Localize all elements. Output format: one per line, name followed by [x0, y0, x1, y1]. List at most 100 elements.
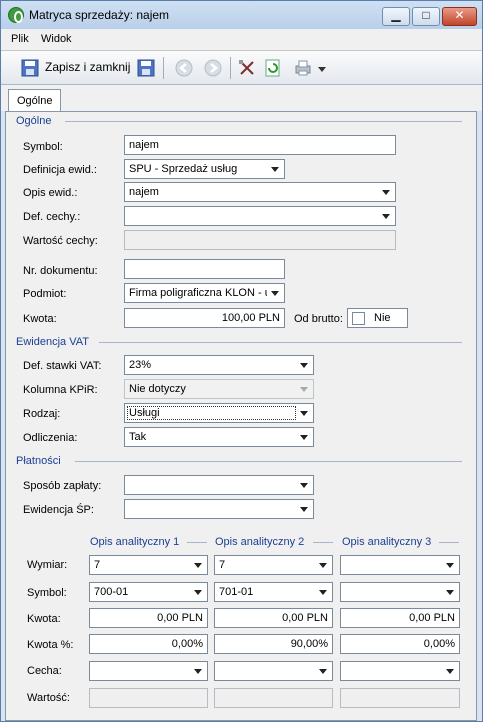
- chevron-down-icon: [296, 381, 312, 397]
- kwota-proc-1-input[interactable]: 0,00%: [89, 634, 208, 654]
- menu-plik[interactable]: Plik: [11, 33, 29, 45]
- definicja-value: SPU - Sprzedaż usług: [129, 163, 238, 175]
- kwota-2-input[interactable]: 0,00 PLN: [214, 608, 333, 628]
- chevron-down-icon[interactable]: [315, 663, 331, 679]
- toolbar: Zapisz i zamknij: [1, 51, 482, 85]
- chevron-down-icon[interactable]: [296, 429, 312, 445]
- rodzaj-label: Rodzaj:: [23, 408, 61, 420]
- section-ogolne-title: Ogólne: [16, 115, 52, 127]
- cechy-label: Def. cechy.:: [23, 211, 81, 223]
- cecha-3-dropdown[interactable]: [340, 661, 460, 681]
- opis-analityczny-1-header: Opis analityczny 1: [90, 536, 180, 548]
- kwota-label: Kwota:: [23, 313, 57, 325]
- maximize-button[interactable]: □: [412, 7, 440, 26]
- close-button[interactable]: ✕: [442, 7, 477, 26]
- symbol-3-dropdown[interactable]: [340, 582, 460, 602]
- cecha-label: Cecha:: [27, 665, 62, 677]
- wymiar-1-dropdown[interactable]: 7: [89, 555, 208, 575]
- chevron-down-icon[interactable]: [267, 161, 283, 177]
- save-close-label: Zapisz i zamknij: [45, 60, 131, 74]
- opis-dropdown[interactable]: najem: [124, 182, 396, 202]
- opis-value: najem: [129, 186, 159, 198]
- opis-analityczny-2-header: Opis analityczny 2: [215, 536, 305, 548]
- kwota-opis-label: Kwota:: [27, 613, 61, 625]
- opis-label: Opis ewid.:: [23, 187, 78, 199]
- chevron-down-icon[interactable]: [318, 67, 326, 72]
- section-divider: [99, 342, 462, 343]
- cecha-2-dropdown[interactable]: [214, 661, 333, 681]
- minimize-button[interactable]: ▁: [382, 7, 410, 26]
- save-icon[interactable]: [137, 59, 155, 77]
- section-divider: [439, 542, 459, 543]
- window-title: Matryca sprzedaży: najem: [29, 8, 170, 22]
- print-icon[interactable]: [294, 59, 312, 77]
- toolbar-separator: [163, 57, 164, 79]
- kwota-proc-2-input[interactable]: 90,00%: [214, 634, 333, 654]
- chevron-down-icon[interactable]: [315, 584, 331, 600]
- sposob-dropdown[interactable]: [124, 475, 314, 495]
- chevron-down-icon[interactable]: [378, 208, 394, 224]
- chevron-down-icon[interactable]: [267, 285, 283, 301]
- main-window: Matryca sprzedaży: najem ▁ □ ✕ Plik Wido…: [0, 0, 483, 722]
- wartosc-3-input: [340, 688, 460, 708]
- ewidencja-sp-label: Ewidencja ŚP:: [23, 504, 94, 516]
- section-platnosci-title: Płatności: [16, 455, 61, 467]
- section-divider: [187, 542, 207, 543]
- symbol-2-dropdown[interactable]: 701-01: [214, 582, 333, 602]
- chevron-down-icon[interactable]: [190, 663, 206, 679]
- definicja-dropdown[interactable]: SPU - Sprzedaż usług: [124, 159, 285, 179]
- chevron-down-icon[interactable]: [296, 501, 312, 517]
- wymiar-1-value: 7: [94, 559, 101, 571]
- cechy-dropdown[interactable]: [124, 206, 396, 226]
- symbol-1-dropdown[interactable]: 700-01: [89, 582, 208, 602]
- tab-ogolne[interactable]: Ogólne: [8, 89, 61, 112]
- podmiot-dropdown[interactable]: Firma poligraficzna KLON - us: [124, 283, 285, 303]
- chevron-down-icon[interactable]: [442, 557, 458, 573]
- symbol-2-value: 701-01: [219, 586, 254, 598]
- stawka-dropdown[interactable]: 23%: [124, 355, 314, 375]
- chevron-down-icon[interactable]: [378, 184, 394, 200]
- chevron-down-icon[interactable]: [315, 557, 331, 573]
- chevron-down-icon[interactable]: [296, 405, 312, 421]
- chevron-down-icon[interactable]: [190, 584, 206, 600]
- tools-icon[interactable]: [238, 59, 256, 77]
- definicja-label: Definicja ewid.:: [23, 164, 97, 176]
- save-icon: [21, 59, 39, 77]
- chevron-down-icon[interactable]: [442, 663, 458, 679]
- nr-dokumentu-input[interactable]: [124, 259, 285, 279]
- section-divider: [75, 461, 462, 462]
- title-bar: Matryca sprzedaży: najem ▁ □ ✕: [1, 1, 482, 29]
- menu-widok[interactable]: Widok: [41, 33, 72, 45]
- kwota-proc-3-input[interactable]: 0,00%: [340, 634, 460, 654]
- ewidencja-sp-dropdown[interactable]: [124, 499, 314, 519]
- kwota-3-input[interactable]: 0,00 PLN: [340, 608, 460, 628]
- stawka-label: Def. stawki VAT:: [23, 360, 102, 372]
- sposob-label: Sposób zapłaty:: [23, 480, 102, 492]
- wartosc-2-input: [214, 688, 333, 708]
- od-brutto-toggle[interactable]: Nie: [347, 308, 408, 328]
- symbol-input[interactable]: najem: [124, 135, 396, 155]
- rodzaj-dropdown[interactable]: Usługi: [124, 403, 314, 423]
- wartosc-1-input: [89, 688, 208, 708]
- chevron-down-icon[interactable]: [296, 477, 312, 493]
- forward-icon[interactable]: [204, 59, 222, 77]
- cecha-1-dropdown[interactable]: [89, 661, 208, 681]
- wartosc-cechy-label: Wartość cechy:: [23, 235, 98, 247]
- chevron-down-icon[interactable]: [296, 357, 312, 373]
- focus-indicator: [127, 406, 296, 420]
- menu-bar: Plik Widok: [1, 29, 482, 51]
- chevron-down-icon[interactable]: [442, 584, 458, 600]
- odliczenia-dropdown[interactable]: Tak: [124, 427, 314, 447]
- wymiar-3-dropdown[interactable]: [340, 555, 460, 575]
- symbol-label: Symbol:: [23, 141, 63, 153]
- kwota-1-input[interactable]: 0,00 PLN: [89, 608, 208, 628]
- kwota-input[interactable]: 100,00 PLN: [124, 308, 285, 328]
- back-icon[interactable]: [175, 59, 193, 77]
- podmiot-label: Podmiot:: [23, 288, 67, 300]
- od-brutto-checkbox[interactable]: [352, 312, 365, 325]
- refresh-icon[interactable]: [264, 59, 282, 77]
- kwota-proc-label: Kwota %:: [27, 639, 74, 651]
- section-divider: [313, 542, 333, 543]
- wymiar-2-dropdown[interactable]: 7: [214, 555, 333, 575]
- chevron-down-icon[interactable]: [190, 557, 206, 573]
